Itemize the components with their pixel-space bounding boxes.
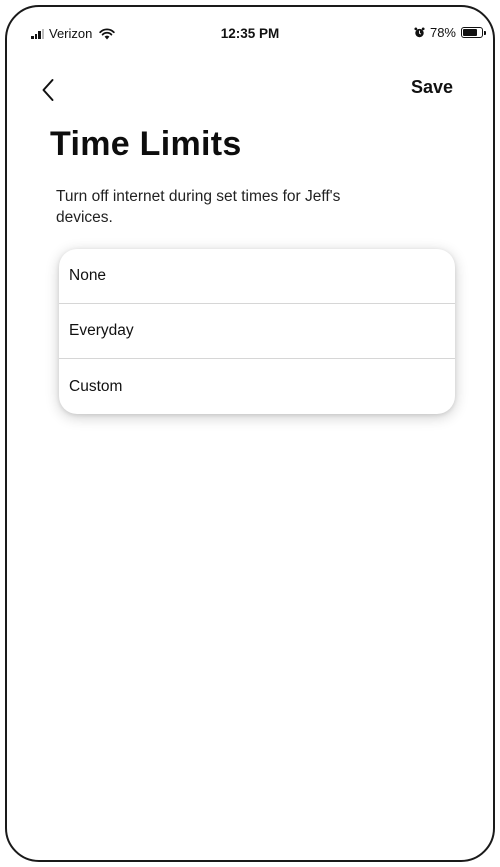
battery-fill bbox=[463, 29, 478, 36]
chevron-left-icon bbox=[42, 79, 54, 101]
battery-icon bbox=[461, 27, 486, 38]
status-right: 78% bbox=[414, 25, 486, 40]
option-custom[interactable]: Custom bbox=[59, 359, 455, 414]
time-limit-options: None Everyday Custom bbox=[59, 249, 455, 414]
battery-nub bbox=[484, 31, 486, 35]
status-bar: Verizon 12:35 PM 78% bbox=[7, 7, 493, 51]
phone-screen: Verizon 12:35 PM 78% Save Time Limits Tu… bbox=[5, 5, 495, 862]
save-button[interactable]: Save bbox=[411, 77, 453, 98]
page-title: Time Limits bbox=[50, 125, 242, 163]
page-description: Turn off internet during set times for J… bbox=[56, 188, 341, 226]
back-button[interactable] bbox=[41, 73, 69, 107]
alarm-icon bbox=[414, 27, 425, 38]
option-none[interactable]: None bbox=[59, 249, 455, 304]
option-everyday[interactable]: Everyday bbox=[59, 304, 455, 359]
battery-percent: 78% bbox=[429, 25, 456, 40]
